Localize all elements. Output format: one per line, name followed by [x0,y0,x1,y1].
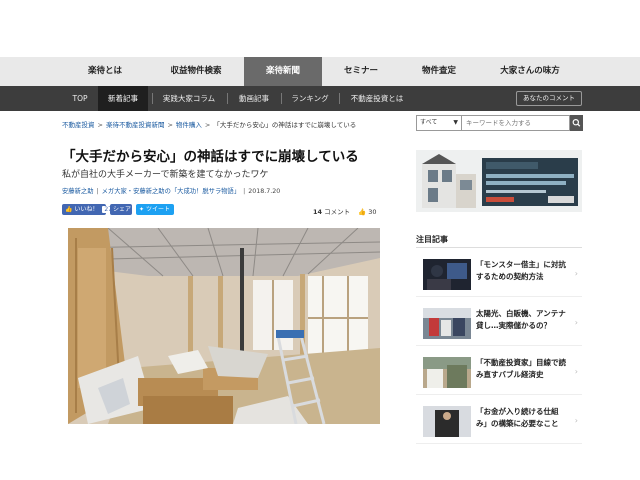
breadcrumb-link-real-estate[interactable]: 不動産投資 [62,121,95,129]
like-label: いいね！ [74,206,99,213]
comment-count: 14 [313,208,323,216]
breadcrumb-link-news[interactable]: 楽待不動産投資新聞 [106,121,165,129]
article-date: 2018.7.20 [248,188,281,195]
top-nav: 楽待とは 収益物件検索 楽待新聞 セミナー 物件査定 大家さんの味方 [0,57,640,86]
series-link[interactable]: メガ大家・安藤新之助の「大成功！脱サラ物語」 [102,188,241,195]
featured-article-item[interactable]: 「お金が入り続ける仕組み」の構築に必要なこと › [416,400,582,444]
featured-articles-heading: 注目記事 [416,235,448,244]
search-icon [572,118,581,127]
thumbs-up-icon[interactable]: 👍 [358,208,366,216]
featured-article-title: 「不動産投資家」目線で読み直すバブル経済史 [476,358,566,379]
sub-nav-item-columns[interactable]: 実践大家コラム [153,86,225,111]
comment-label[interactable]: コメント [324,208,350,216]
facebook-like-button[interactable]: 👍 いいね！ 27 [62,204,114,215]
article-counts: 14 コメント 👍 30 [313,206,377,216]
chevron-down-icon: ▼ [453,119,458,126]
article-thumbnail [423,406,471,437]
your-comment-button[interactable]: あなたのコメント [516,91,582,106]
breadcrumb-link-purchase[interactable]: 物件購入 [176,121,202,129]
thumbs-up-icon: 👍 [65,206,73,213]
search-bar: すべて ▼ [416,115,583,131]
sub-nav-item-ranking[interactable]: ランキング [282,86,338,111]
sub-nav: TOP 新着記事 実践大家コラム 動画記事 ランキング 不動産投資とは あなたの… [0,86,640,111]
article-title: 「大手だから安心」の神話はすでに崩壊している [62,149,359,165]
top-nav-item-seminar[interactable]: セミナー [322,57,400,86]
sub-nav-item-what-is-investment[interactable]: 不動産投資とは [340,86,414,111]
featured-article-item[interactable]: 「モンスター借主」に対抗するための契約方法 › [416,253,582,297]
featured-article-title: 太陽光、白販機、アンテナ貸し…実際儲かるの？ [476,309,566,330]
article-thumbnail [423,357,471,388]
featured-article-item[interactable]: 太陽光、白販機、アンテナ貸し…実際儲かるの？ › [416,302,582,346]
article-meta: 安藤新之助 | メガ大家・安藤新之助の「大成功！脱サラ物語」 | 2018.7.20 [62,186,280,195]
sub-nav-item-top[interactable]: TOP [62,86,98,111]
search-input[interactable] [462,115,570,131]
featured-article-title: 「お金が入り続ける仕組み」の構築に必要なこと [476,407,559,428]
chevron-right-icon: › [574,367,578,376]
breadcrumb: 不動産投資 > 楽待不動産投資新聞 > 物件購入 > 「大手だから安心」の神話はすでに崩壊し… [62,119,356,129]
breadcrumb-current: 「大手だから安心」の神話はすでに崩壊している [213,121,357,129]
top-nav-item-landlord-ally[interactable]: 大家さんの味方 [478,57,582,86]
author-link[interactable]: 安藤新之助 [62,188,93,195]
breadcrumb-separator: > [167,121,173,129]
tweet-label: ツイート [145,206,170,213]
chevron-right-icon: › [574,269,578,278]
search-scope-value: すべて [420,119,438,126]
search-scope-select[interactable]: すべて ▼ [416,115,462,131]
article-subtitle: 私が自社の大手メーカーで新築を建てなかったワケ [62,170,269,180]
featured-article-item[interactable]: 「不動産投資家」目線で読み直すバブル経済史 › [416,351,582,395]
article-thumbnail [423,308,471,339]
breadcrumb-separator: > [97,121,103,129]
top-nav-item-news[interactable]: 楽待新聞 [244,57,322,86]
article-like-count: 30 [368,208,377,216]
chevron-right-icon: › [574,416,578,425]
meta-separator: | [243,188,246,195]
article-thumbnail [423,259,471,290]
top-nav-item-about[interactable]: 楽待とは [62,57,148,86]
article-hero-image [68,228,380,424]
twitter-bird-icon: ✦ [139,206,145,213]
sub-nav-item-new-articles[interactable]: 新着記事 [98,86,148,111]
seminar-banner[interactable] [416,150,582,212]
search-button[interactable] [570,115,583,131]
tweet-button[interactable]: ✦ ツイート [136,204,174,215]
breadcrumb-separator: > [204,121,211,129]
sub-nav-item-videos[interactable]: 動画記事 [228,86,280,111]
featured-article-title: 「モンスター借主」に対抗するための契約方法 [476,260,566,281]
top-nav-item-property-search[interactable]: 収益物件検索 [148,57,244,86]
chevron-right-icon: › [574,318,578,327]
sidebar-divider [416,247,582,248]
facebook-share-button[interactable]: シェア [110,204,132,215]
top-nav-item-assessment[interactable]: 物件査定 [400,57,478,86]
meta-separator: | [96,188,99,195]
